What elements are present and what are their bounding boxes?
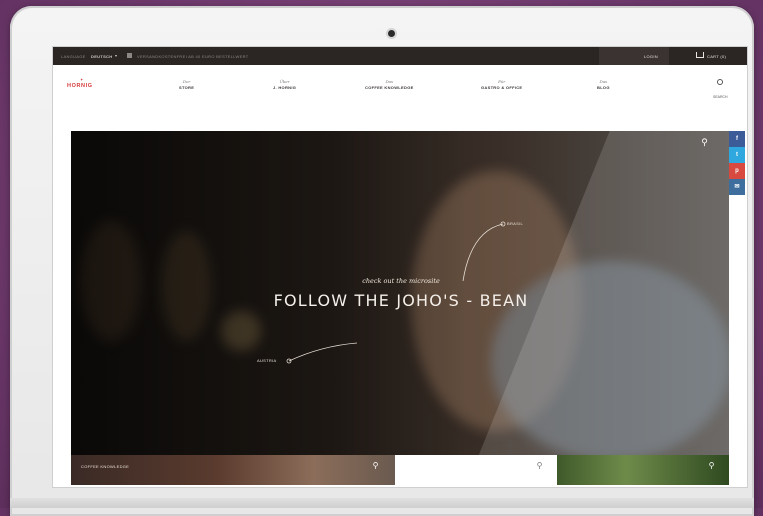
twitter-icon[interactable]: t bbox=[729, 147, 745, 163]
nav-item-script: Das bbox=[385, 79, 394, 84]
nav-item-script: Für bbox=[498, 79, 506, 84]
nav-item-label: BLOG bbox=[597, 85, 610, 90]
pin-label-right: BRASIL bbox=[507, 221, 524, 226]
teaser-strip: COFFEE KNOWLEDGE ⚲ ⚲ ⚲ bbox=[71, 455, 729, 485]
teaser-tile[interactable]: COFFEE KNOWLEDGE ⚲ bbox=[71, 455, 395, 485]
nav-item-script: Über bbox=[279, 79, 290, 84]
zoom-icon: ⚲ bbox=[372, 461, 379, 470]
nav-item-script: Das bbox=[599, 79, 608, 84]
nav-item-label: COFFEE KNOWLEDGE bbox=[365, 85, 414, 90]
nav-item-script: Der bbox=[182, 79, 191, 84]
language-select[interactable]: DEUTSCH bbox=[91, 54, 112, 59]
camera-icon bbox=[388, 30, 395, 37]
teaser-tile[interactable]: ⚲ bbox=[395, 455, 557, 485]
nav-item-label: GASTRO & OFFICE bbox=[481, 85, 523, 90]
cart-link[interactable]: CART (0) bbox=[707, 54, 726, 59]
browser-screen: LANGUAGE DEUTSCH ▾ VERSANDKOSTENFREI AB … bbox=[52, 46, 748, 488]
hero-banner[interactable]: BRASIL AUSTRIA check out the microsite F… bbox=[71, 131, 729, 455]
nav-item-j-hornig[interactable]: Über J. HORNIG bbox=[273, 79, 296, 90]
nav-item-label: J. HORNIG bbox=[273, 85, 297, 90]
chevron-down-icon[interactable]: ▾ bbox=[115, 53, 117, 58]
nav-item-coffee-knowledge[interactable]: Das COFFEE KNOWLEDGE bbox=[365, 79, 414, 90]
delivery-icon bbox=[127, 53, 132, 58]
promo-text: VERSANDKOSTENFREI AB 40 EURO BESTELLWERT bbox=[137, 54, 249, 59]
login-link[interactable]: LOGIN bbox=[644, 54, 658, 59]
nav-item-store[interactable]: Der STORE bbox=[179, 79, 194, 90]
search-label: SEARCH bbox=[713, 95, 728, 99]
zoom-icon: ⚲ bbox=[708, 461, 715, 470]
login-zone[interactable] bbox=[599, 47, 669, 65]
share-icon[interactable]: ⚲ bbox=[699, 137, 710, 148]
social-bar: f t p ✉ bbox=[729, 131, 745, 195]
laptop-frame: LANGUAGE DEUTSCH ▾ VERSANDKOSTENFREI AB … bbox=[10, 6, 754, 516]
mail-icon[interactable]: ✉ bbox=[729, 179, 745, 195]
top-bar: LANGUAGE DEUTSCH ▾ VERSANDKOSTENFREI AB … bbox=[53, 47, 747, 65]
nav-item-blog[interactable]: Das BLOG bbox=[597, 79, 610, 90]
pinterest-icon[interactable]: p bbox=[729, 163, 745, 179]
teaser-caption: COFFEE KNOWLEDGE bbox=[81, 464, 130, 469]
search-button[interactable]: SEARCH bbox=[713, 79, 728, 103]
language-label: LANGUAGE bbox=[61, 54, 86, 59]
zoom-icon: ⚲ bbox=[536, 461, 543, 470]
nav-item-gastro-office[interactable]: Für GASTRO & OFFICE bbox=[481, 79, 522, 90]
pin-label-left: AUSTRIA bbox=[257, 358, 277, 363]
facebook-icon[interactable]: f bbox=[729, 131, 745, 147]
search-icon bbox=[717, 79, 724, 85]
hero-tagline: check out the microsite bbox=[362, 277, 440, 285]
nav-item-label: STORE bbox=[179, 85, 195, 90]
hero-headline[interactable]: FOLLOW THE JOHO'S - BEAN bbox=[211, 291, 591, 310]
laptop-base bbox=[10, 498, 754, 508]
logo[interactable]: HORNIG bbox=[67, 83, 93, 89]
teaser-tile[interactable]: ⚲ bbox=[557, 455, 729, 485]
logo-star-icon: ✦ bbox=[80, 77, 84, 82]
main-nav: ✦ HORNIG Der STORE Über J. HORNIG Das CO… bbox=[53, 65, 747, 109]
cart-icon[interactable] bbox=[696, 52, 704, 58]
